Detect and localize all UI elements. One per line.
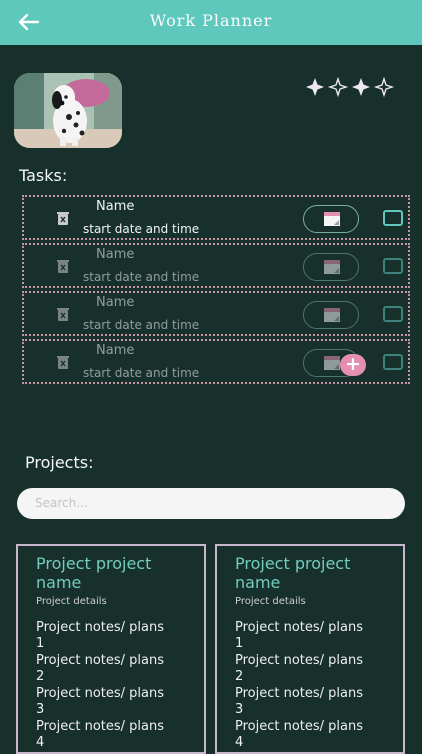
date-picker-button[interactable] bbox=[303, 205, 359, 233]
avatar[interactable] bbox=[14, 73, 122, 148]
project-details: Project details bbox=[235, 596, 306, 607]
task-datetime: start date and time bbox=[83, 366, 200, 380]
task-row[interactable]: Name start date and time bbox=[22, 195, 410, 240]
app-header: Work Planner bbox=[0, 0, 422, 45]
task-content: Name start date and time bbox=[24, 245, 408, 286]
project-details: Project details bbox=[36, 596, 107, 607]
project-note: Project notes/ plans 4 bbox=[235, 719, 364, 750]
project-card[interactable]: Project project name Project details Pro… bbox=[215, 544, 405, 754]
calendar-icon bbox=[324, 356, 340, 370]
task-content: Name start date and time bbox=[24, 293, 408, 334]
calendar-icon bbox=[324, 308, 340, 322]
calendar-icon bbox=[324, 260, 340, 274]
add-task-button[interactable]: + bbox=[340, 354, 366, 376]
trash-icon[interactable] bbox=[55, 354, 71, 370]
task-name: Name bbox=[96, 247, 135, 262]
project-note: Project notes/ plans 2 bbox=[36, 653, 165, 684]
project-card[interactable]: Project project name Project details Pro… bbox=[16, 544, 206, 754]
task-datetime: start date and time bbox=[83, 270, 200, 284]
project-note: Project notes/ plans 2 bbox=[235, 653, 364, 684]
trash-icon[interactable] bbox=[55, 210, 71, 226]
task-checkbox[interactable] bbox=[383, 306, 403, 322]
task-datetime: start date and time bbox=[83, 318, 200, 332]
page-title: Work Planner bbox=[149, 11, 273, 30]
project-note: Project notes/ plans 3 bbox=[36, 686, 165, 717]
trash-icon[interactable] bbox=[55, 306, 71, 322]
task-row[interactable]: Name start date and time bbox=[22, 291, 410, 336]
project-note: Project notes/ plans 1 bbox=[36, 620, 165, 651]
calendar-icon bbox=[324, 212, 340, 226]
project-note: Project notes/ plans 3 bbox=[235, 686, 364, 717]
task-name: Name bbox=[96, 295, 135, 310]
project-note: Project notes/ plans 1 bbox=[235, 620, 364, 651]
projects-heading: Projects: bbox=[25, 453, 94, 472]
task-datetime: start date and time bbox=[83, 222, 200, 236]
task-row[interactable]: Name start date and time bbox=[22, 243, 410, 288]
task-checkbox[interactable] bbox=[383, 354, 403, 370]
sparkles-icon bbox=[306, 76, 395, 98]
project-title: Project project name bbox=[36, 554, 152, 592]
tasks-heading: Tasks: bbox=[19, 166, 68, 185]
date-picker-button[interactable] bbox=[303, 301, 359, 329]
task-checkbox[interactable] bbox=[383, 258, 403, 274]
date-picker-button[interactable] bbox=[303, 253, 359, 281]
trash-icon[interactable] bbox=[55, 258, 71, 274]
task-name: Name bbox=[96, 199, 135, 214]
task-name: Name bbox=[96, 343, 135, 358]
project-note: Project notes/ plans 4 bbox=[36, 719, 165, 750]
task-checkbox[interactable] bbox=[383, 210, 403, 226]
search-input[interactable]: Search... bbox=[17, 488, 405, 519]
dalmatian-photo bbox=[14, 73, 122, 148]
project-title: Project project name bbox=[235, 554, 351, 592]
